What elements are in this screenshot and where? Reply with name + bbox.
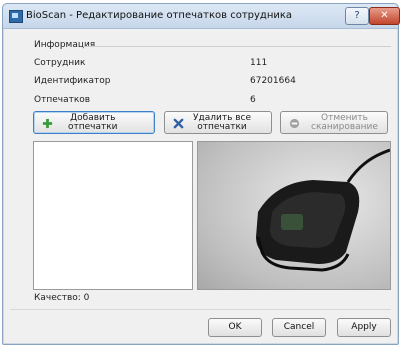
footer-divider (10, 309, 391, 310)
help-button[interactable]: ? (345, 7, 369, 25)
info-section-label: Информация (34, 40, 96, 50)
window-title: BioScan - Редактирование отпечатков сотр… (26, 10, 293, 21)
add-prints-button[interactable]: Добавить отпечатки (33, 111, 155, 134)
employee-value: 111 (250, 58, 268, 68)
fingerprint-scanner-illustration (256, 148, 390, 272)
close-button[interactable]: ✕ (369, 7, 400, 25)
cancel-scan-label-line2: сканирование (311, 122, 378, 132)
identifier-value: 67201664 (250, 76, 296, 86)
cancel-scan-button[interactable]: Отменить сканирование (280, 111, 388, 134)
quality-label: Качество: 0 (34, 293, 90, 303)
fingerprints-list[interactable] (33, 141, 193, 290)
bioscan-app-icon (9, 10, 23, 23)
delete-x-icon (173, 118, 184, 129)
info-divider (83, 46, 391, 47)
title-bar[interactable]: BioScan - Редактирование отпечатков сотр… (3, 4, 400, 29)
stop-circle-icon (289, 118, 300, 129)
prints-count-value: 6 (250, 95, 256, 105)
identifier-label: Идентификатор (34, 76, 111, 86)
delete-prints-label-line2: отпечатки (197, 122, 247, 132)
delete-all-prints-button[interactable]: Удалить все отпечатки (164, 111, 272, 134)
ok-button[interactable]: OK (208, 318, 262, 337)
prints-count-label: Отпечатков (34, 95, 91, 105)
cancel-button[interactable]: Cancel (272, 318, 326, 337)
add-plus-icon (42, 118, 53, 129)
employee-label: Сотрудник (34, 58, 86, 68)
scanner-device-image (197, 141, 391, 290)
add-prints-label-line2: отпечатки (68, 122, 118, 132)
apply-button[interactable]: Apply (337, 318, 391, 337)
